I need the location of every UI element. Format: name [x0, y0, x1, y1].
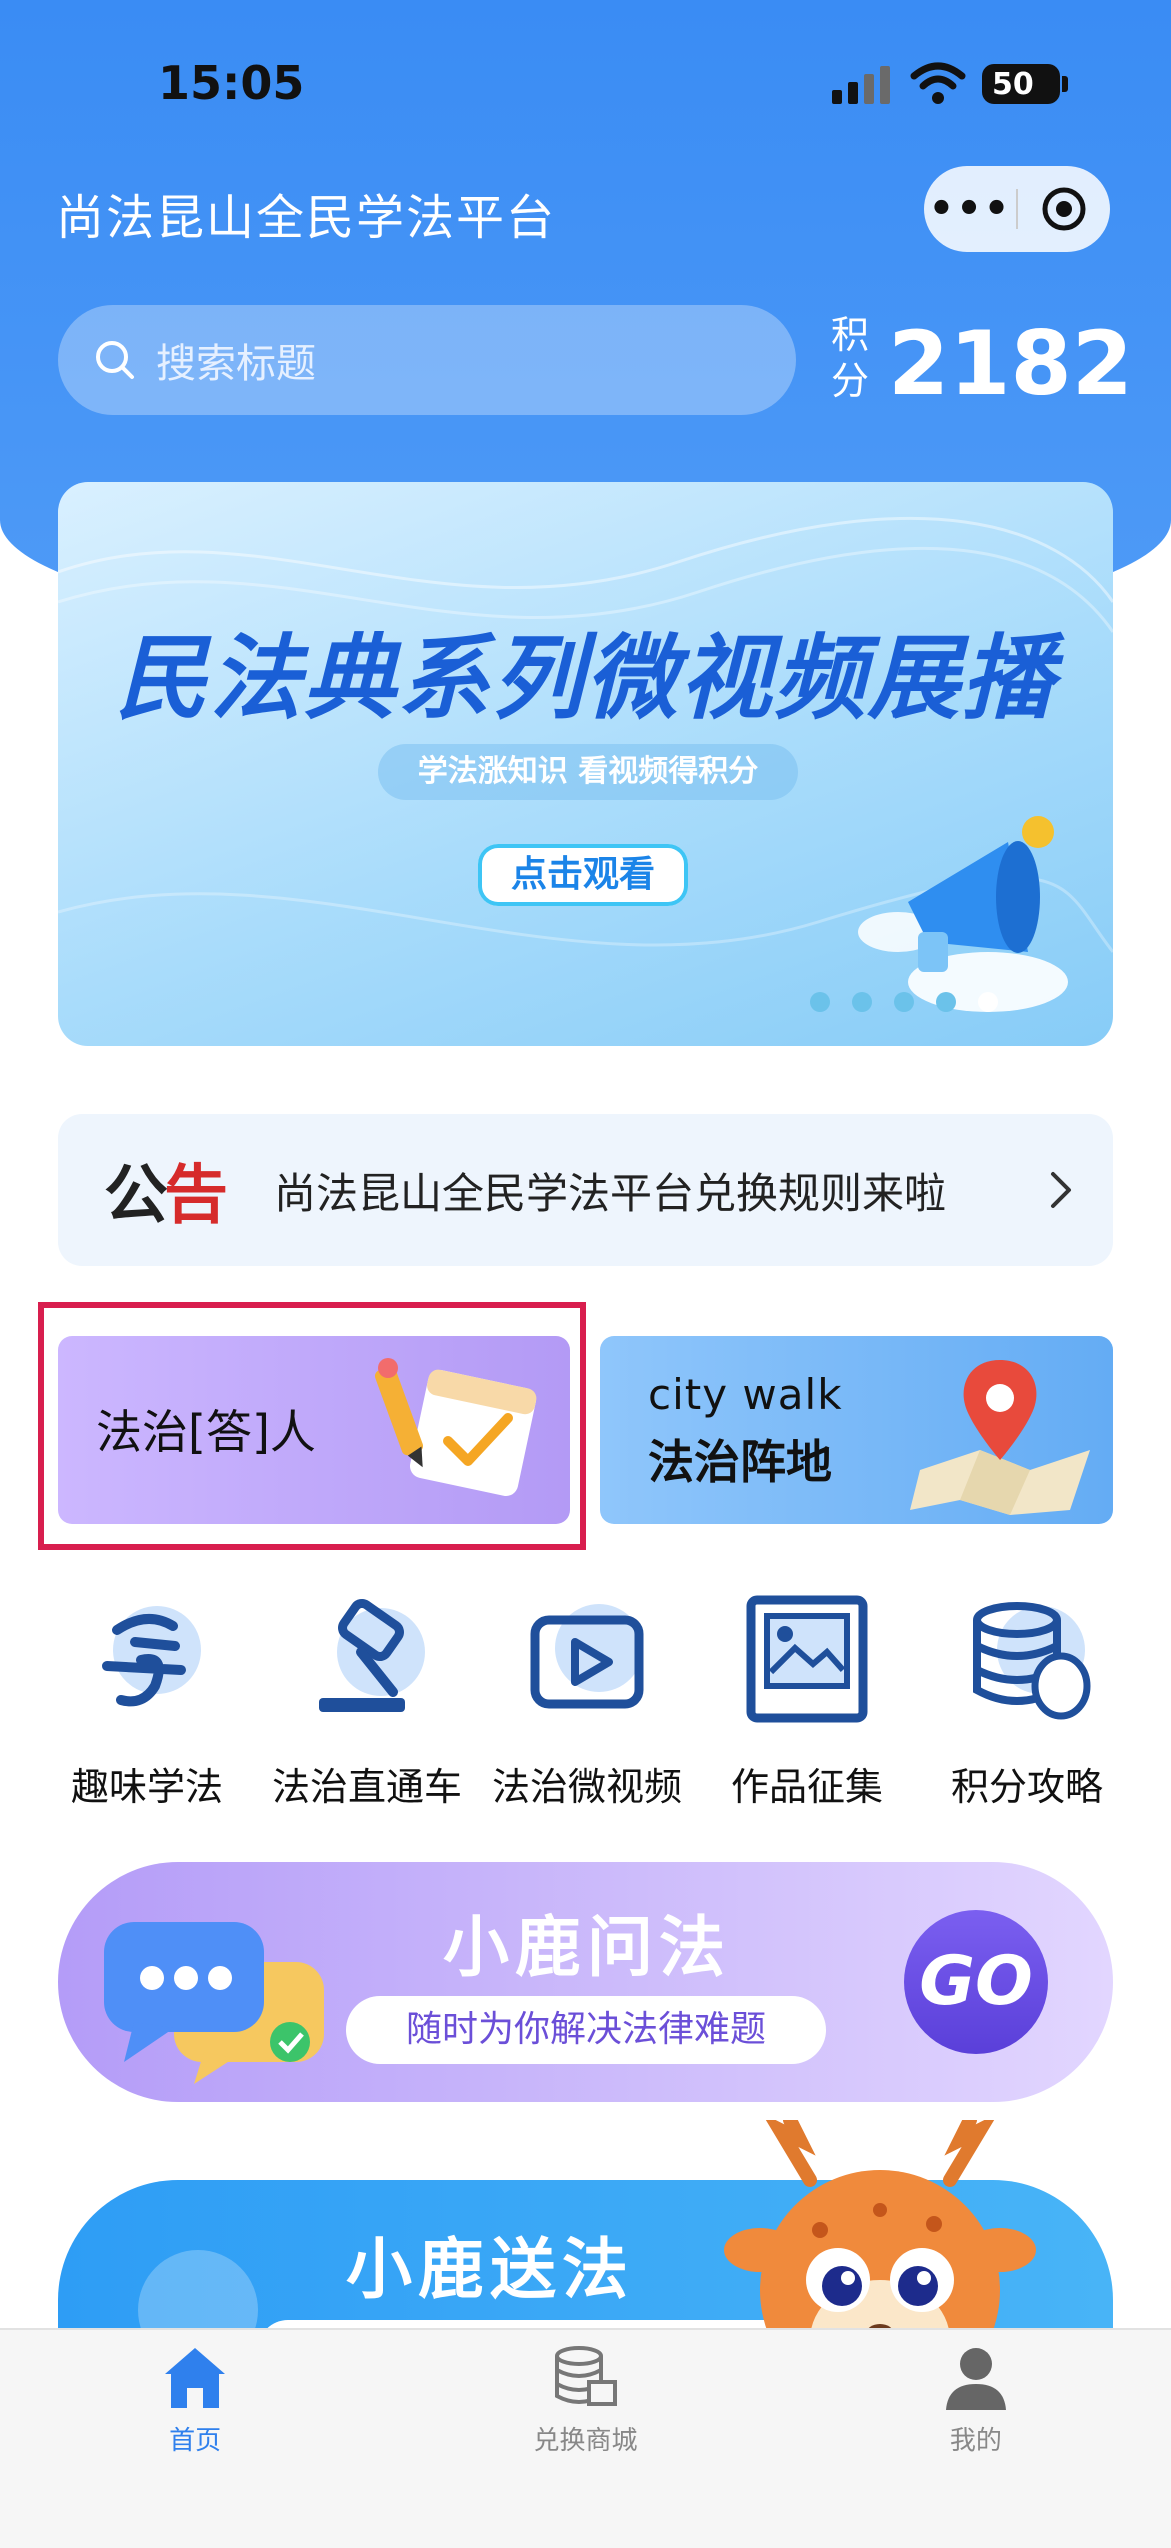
battery-nub — [1062, 76, 1068, 92]
tab-label: 首页 — [169, 2426, 222, 2456]
entry-label: 趣味学法 — [70, 1765, 223, 1809]
battery-indicator: 50 — [982, 64, 1060, 104]
more-icon[interactable]: ••• — [924, 189, 1016, 229]
entry-label: 法治直通车 — [271, 1765, 462, 1809]
entry-micro-video[interactable]: 法治微视频 — [482, 1590, 692, 1811]
points-value[interactable]: 2182 — [888, 312, 1133, 415]
tab-label: 我的 — [949, 2426, 1002, 2456]
wifi-icon — [910, 62, 966, 104]
coin-stack-icon — [973, 1602, 1091, 1720]
entry-label: 作品征集 — [730, 1765, 883, 1809]
entry-label: 法治微视频 — [491, 1765, 682, 1809]
person-icon — [945, 2348, 1006, 2410]
notice-text: 尚法昆山全民学法平台兑换规则来啦 — [274, 1168, 947, 1218]
shop-database-icon — [555, 2346, 618, 2406]
quiz-card[interactable]: 法治[答]人 — [58, 1336, 570, 1524]
picture-frame-icon — [746, 1595, 868, 1723]
ask-law-subtitle: 随时为你解决法律难题 — [346, 1996, 826, 2064]
chat-bubbles-icon — [104, 1922, 324, 2084]
xue-calligraphy-icon — [102, 1606, 201, 1707]
watch-button[interactable]: 点击观看 — [478, 844, 688, 906]
quiz-card-label: 法治[答]人 — [96, 1405, 316, 1459]
carousel-dot[interactable] — [810, 992, 830, 1012]
city-walk-card[interactable]: city walk 法治阵地 — [600, 1336, 1113, 1524]
banner-title: 民法典系列微视频展播 — [115, 625, 1056, 732]
calendar-pencil-icon — [374, 1358, 537, 1497]
notice-bar[interactable]: 公告 尚法昆山全民学法平台兑换规则来啦 — [58, 1114, 1113, 1266]
notice-logo: 公告 — [104, 1144, 228, 1236]
tab-shop[interactable]: 兑换商城 — [390, 2330, 780, 2548]
search-placeholder: 搜索标题 — [156, 341, 316, 387]
go-button[interactable]: GO — [904, 1910, 1048, 2054]
banner-carousel[interactable]: 民法典系列微视频展播 学法涨知识 看视频得积分 点击观看 — [58, 482, 1113, 1046]
carousel-dot[interactable] — [894, 992, 914, 1012]
status-time: 15:05 — [158, 56, 305, 110]
entry-label: 积分攻略 — [950, 1765, 1103, 1809]
entry-works-collection[interactable]: 作品征集 — [702, 1590, 912, 1811]
city-walk-title: city walk — [648, 1370, 843, 1419]
gavel-icon — [319, 1598, 425, 1712]
carousel-dot[interactable] — [936, 992, 956, 1012]
points-label: 积分 — [830, 313, 869, 403]
app-title: 尚法昆山全民学法平台 — [56, 190, 557, 246]
megaphone-icon — [858, 816, 1068, 1012]
tab-mine[interactable]: 我的 — [781, 2330, 1171, 2548]
ask-law-banner[interactable]: 小鹿问法 随时为你解决法律难题 GO — [58, 1862, 1113, 2102]
cellular-signal-icon — [832, 66, 890, 104]
close-target-icon[interactable] — [1018, 186, 1110, 232]
search-input[interactable]: 搜索标题 — [58, 305, 796, 415]
send-law-title: 小鹿送法 — [346, 2231, 634, 2308]
map-pin-icon — [910, 1360, 1090, 1515]
search-icon — [96, 341, 134, 379]
ask-law-title: 小鹿问法 — [443, 1909, 731, 1986]
carousel-dots — [810, 992, 998, 1012]
entry-law-express[interactable]: 法治直通车 — [262, 1590, 472, 1811]
bottom-tab-bar: 首页 兑换商城 我的 — [0, 2328, 1171, 2548]
tab-label: 兑换商城 — [533, 2426, 638, 2456]
notice-logo-text: 公告 — [104, 1159, 228, 1233]
quick-entries: 趣味学法 法治直通车 法治微视频 作品征集 积分攻略 — [42, 1590, 1132, 1811]
entry-fun-learning[interactable]: 趣味学法 — [42, 1590, 252, 1811]
video-play-icon — [530, 1604, 644, 1709]
entry-points-guide[interactable]: 积分攻略 — [922, 1590, 1132, 1811]
city-walk-subtitle: 法治阵地 — [648, 1435, 832, 1489]
battery-level: 50 — [992, 66, 1034, 102]
home-icon — [165, 2348, 226, 2408]
carousel-dot[interactable] — [852, 992, 872, 1012]
banner-subtitle: 学法涨知识 看视频得积分 — [378, 744, 798, 800]
carousel-dot-active[interactable] — [978, 992, 998, 1012]
mini-program-capsule: ••• — [924, 166, 1110, 252]
chevron-right-icon — [1051, 1172, 1071, 1208]
tab-home[interactable]: 首页 — [0, 2330, 390, 2548]
